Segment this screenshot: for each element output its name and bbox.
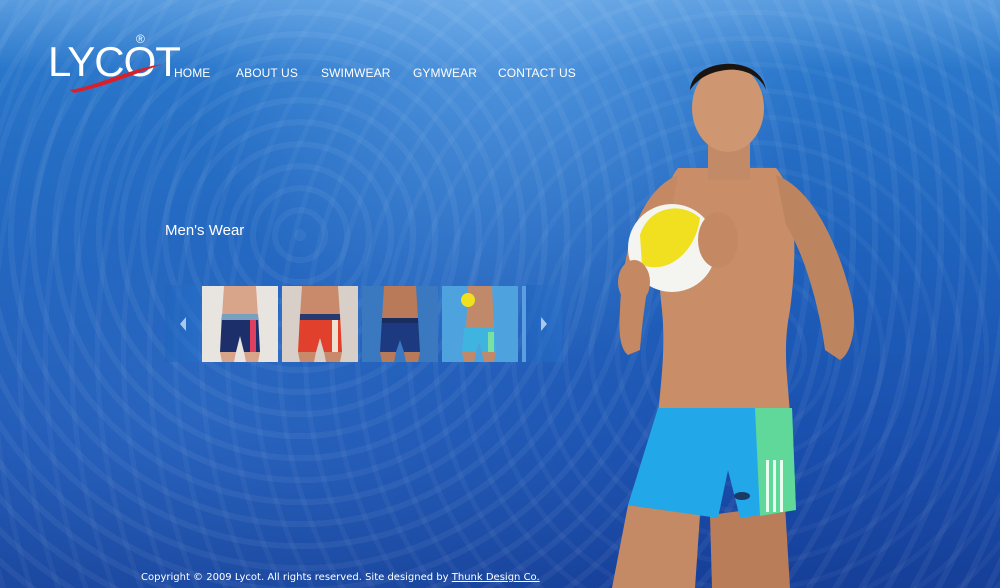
nav-contact-us[interactable]: CONTACT US bbox=[498, 66, 576, 80]
nav-gymwear[interactable]: GYMWEAR bbox=[413, 66, 477, 80]
product-carousel bbox=[165, 285, 562, 362]
logo[interactable]: LYCOT ® bbox=[48, 32, 181, 93]
product-thumbnail-4[interactable] bbox=[442, 286, 518, 362]
logo-swoosh-icon bbox=[70, 64, 162, 93]
chevron-right-icon bbox=[541, 316, 547, 331]
nav-about-us[interactable]: ABOUT US bbox=[236, 66, 298, 80]
nav-home[interactable]: HOME bbox=[174, 66, 210, 80]
carousel-next-button[interactable] bbox=[526, 285, 562, 362]
footer: Copyright © 2009 Lycot. All rights reser… bbox=[141, 572, 540, 583]
product-thumbnail-2[interactable] bbox=[282, 286, 358, 362]
registered-mark: ® bbox=[136, 32, 145, 46]
footer-copyright: Copyright © 2009 Lycot. All rights reser… bbox=[141, 572, 449, 583]
hero-model-image bbox=[612, 63, 855, 588]
chevron-left-icon bbox=[180, 316, 186, 331]
product-thumbnail-3[interactable] bbox=[362, 286, 438, 362]
footer-designer-link[interactable]: Thunk Design Co. bbox=[452, 572, 540, 583]
nav-swimwear[interactable]: SWIMWEAR bbox=[321, 66, 390, 80]
section-title: Men's Wear bbox=[165, 222, 245, 239]
product-thumbnail-1[interactable] bbox=[202, 286, 278, 362]
carousel-prev-button[interactable] bbox=[165, 285, 201, 362]
